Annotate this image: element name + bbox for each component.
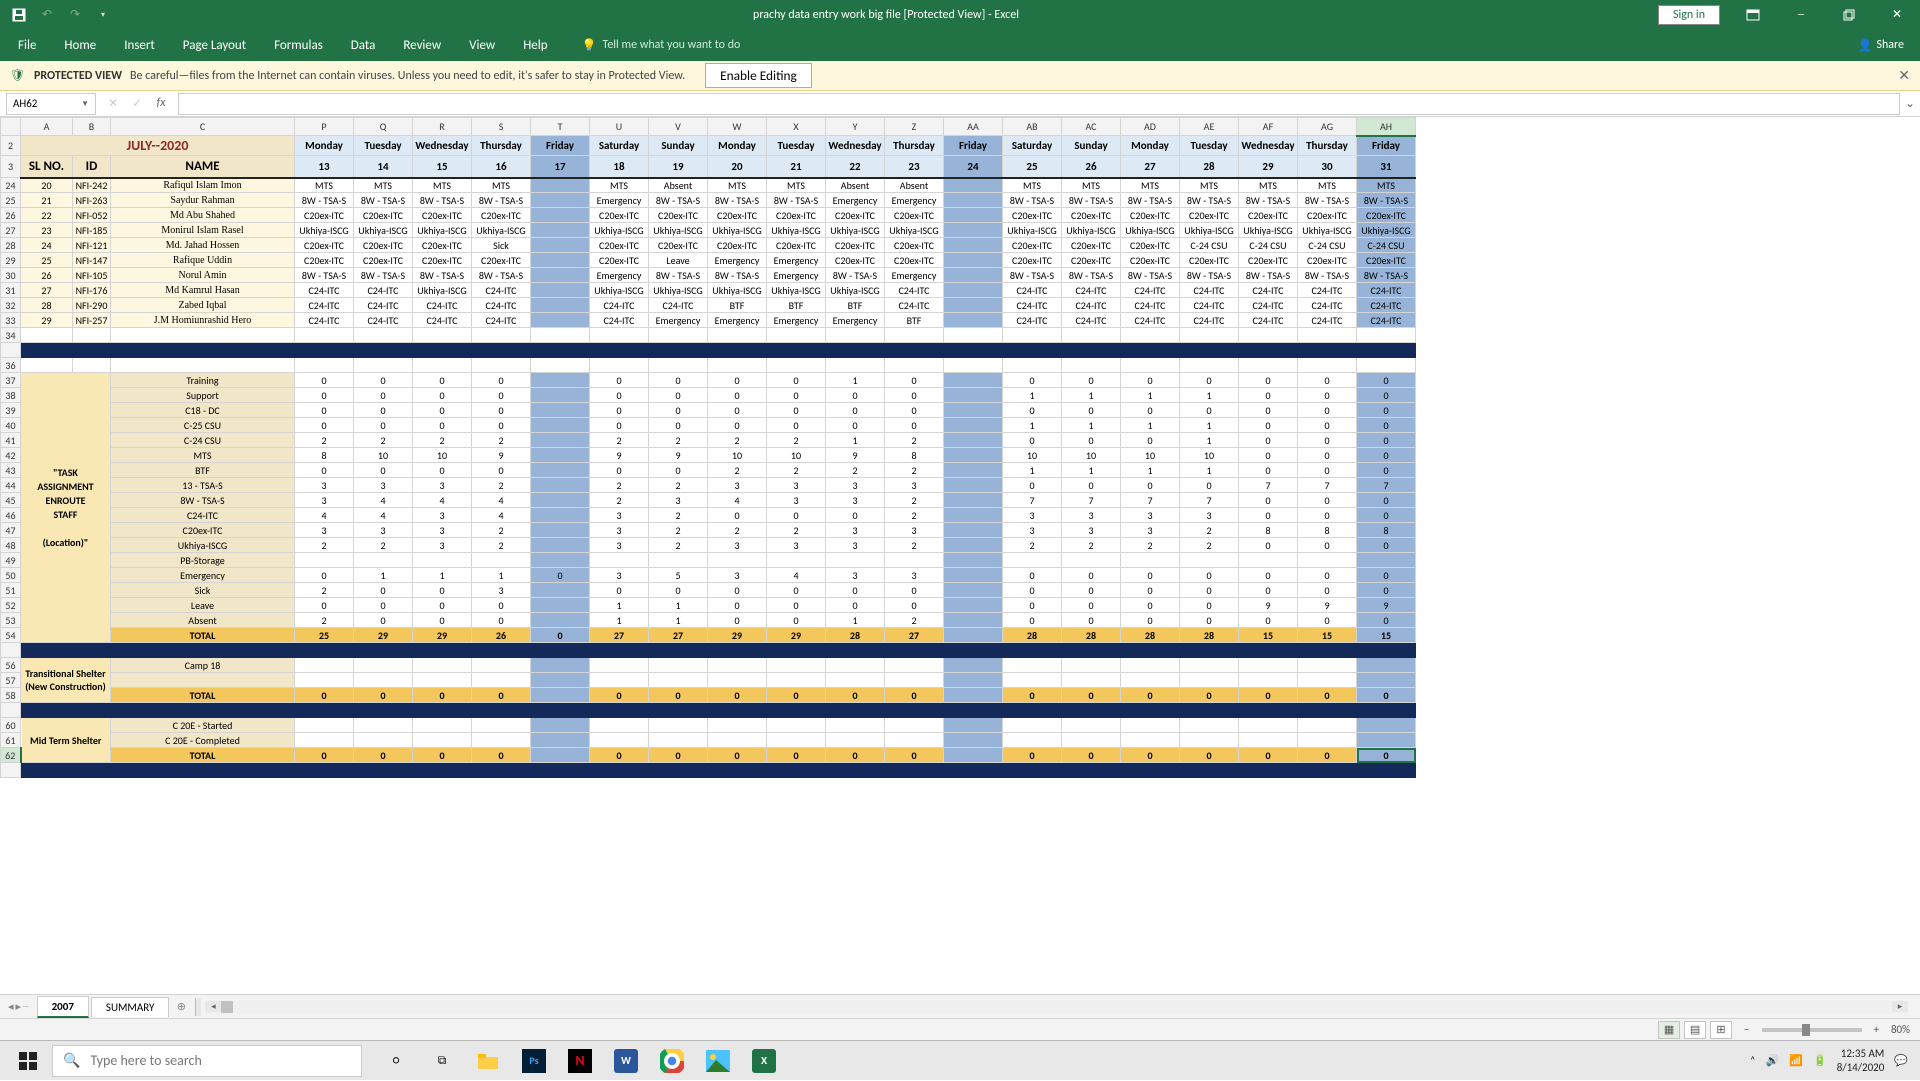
photos-icon[interactable] xyxy=(696,1041,740,1081)
hscroll-left-icon[interactable]: ◂ xyxy=(205,1001,221,1012)
tab-help[interactable]: Help xyxy=(509,29,561,61)
tab-data[interactable]: Data xyxy=(337,29,390,61)
excel-icon[interactable]: X xyxy=(742,1041,786,1081)
view-page-break-icon[interactable]: ⊞ xyxy=(1710,1021,1732,1039)
cortana-icon[interactable]: ○ xyxy=(374,1041,418,1081)
spreadsheet-grid[interactable]: ABCPQRSTUVWXYZAAABACADAEAFAGAH2JULY--202… xyxy=(0,117,1920,994)
zoom-slider[interactable] xyxy=(1762,1028,1862,1032)
name-box-dropdown-icon[interactable]: ▼ xyxy=(81,99,89,109)
hscroll-right-icon[interactable]: ▸ xyxy=(1892,1001,1908,1012)
sheet-tab-2007[interactable]: 2007 xyxy=(37,996,89,1018)
formula-enter-icon: ✓ xyxy=(126,96,148,111)
share-icon: 👤 xyxy=(1857,38,1872,53)
view-normal-icon[interactable]: ▦ xyxy=(1658,1021,1680,1039)
tab-page-layout[interactable]: Page Layout xyxy=(169,29,260,61)
word-icon[interactable]: W xyxy=(604,1041,648,1081)
protected-view-close-icon[interactable]: ✕ xyxy=(1898,67,1910,84)
formula-bar-expand-icon[interactable]: ⌄ xyxy=(1900,96,1920,111)
tab-home[interactable]: Home xyxy=(50,29,110,61)
save-icon[interactable] xyxy=(8,4,30,26)
maximize-button[interactable] xyxy=(1826,0,1872,29)
sheet-nav-prev-icon[interactable]: ◂ xyxy=(8,1000,14,1013)
signin-button[interactable]: Sign in xyxy=(1658,5,1720,25)
tell-me-search[interactable]: 💡 Tell me what you want to do xyxy=(582,29,741,61)
netflix-icon[interactable]: N xyxy=(558,1041,602,1081)
wifi-icon[interactable]: 📶 xyxy=(1789,1054,1803,1067)
share-button[interactable]: 👤 Share xyxy=(1857,38,1916,53)
protected-view-label: PROTECTED VIEW xyxy=(34,69,122,83)
tab-file[interactable]: File xyxy=(4,29,50,61)
zoom-level[interactable]: 80% xyxy=(1891,1023,1910,1036)
taskbar-search[interactable]: 🔍 Type here to search xyxy=(52,1045,362,1077)
qat-customize-icon[interactable]: ▾ xyxy=(92,4,114,26)
redo-icon[interactable]: ↷ xyxy=(64,4,86,26)
undo-icon[interactable]: ↶ xyxy=(36,4,58,26)
tray-chevron-icon[interactable]: ˄ xyxy=(1750,1054,1756,1067)
formula-cancel-icon: ✕ xyxy=(102,96,124,111)
chrome-icon[interactable] xyxy=(650,1041,694,1081)
lightbulb-icon: 💡 xyxy=(582,38,597,53)
file-explorer-icon[interactable] xyxy=(466,1041,510,1081)
tab-review[interactable]: Review xyxy=(389,29,455,61)
fx-icon[interactable]: fx xyxy=(150,96,172,111)
sheet-add-icon[interactable]: ⊕ xyxy=(171,1000,191,1013)
photoshop-icon[interactable]: Ps xyxy=(512,1041,556,1081)
battery-icon[interactable]: 🔋 xyxy=(1813,1054,1827,1067)
zoom-in-icon[interactable]: + xyxy=(1874,1023,1879,1036)
windows-start-button[interactable] xyxy=(4,1041,52,1081)
close-button[interactable]: ✕ xyxy=(1874,0,1920,29)
system-clock[interactable]: 12:35 AM 8/14/2020 xyxy=(1837,1047,1885,1073)
window-title: prachy data entry work big file [Protect… xyxy=(114,8,1658,22)
enable-editing-button[interactable]: Enable Editing xyxy=(705,63,812,88)
search-icon: 🔍 xyxy=(63,1052,80,1069)
sheet-tab-summary[interactable]: SUMMARY xyxy=(91,997,169,1017)
hscroll-thumb[interactable] xyxy=(221,1001,233,1013)
horizontal-scrollbar[interactable]: ◂ ▸ xyxy=(205,1000,1908,1014)
tab-view[interactable]: View xyxy=(455,29,509,61)
ribbon-display-options-icon[interactable] xyxy=(1730,0,1776,29)
name-box[interactable]: AH62 ▼ xyxy=(6,93,96,115)
task-view-icon[interactable]: ⧉ xyxy=(420,1041,464,1081)
view-page-layout-icon[interactable]: ▤ xyxy=(1684,1021,1706,1039)
sheet-tab-splitter[interactable] xyxy=(195,998,201,1016)
minimize-button[interactable]: ─ xyxy=(1778,0,1824,29)
tab-formulas[interactable]: Formulas xyxy=(260,29,337,61)
notifications-icon[interactable]: 💬 xyxy=(1894,1054,1908,1067)
sheet-nav-menu-icon[interactable]: … xyxy=(23,1000,29,1013)
protected-view-text: Be careful—files from the Internet can c… xyxy=(130,69,685,83)
sheet-nav-next-icon[interactable]: ▸ xyxy=(16,1000,22,1013)
shield-icon: 🛡 xyxy=(10,68,26,84)
volume-icon[interactable]: 🔊 xyxy=(1766,1054,1780,1067)
tab-insert[interactable]: Insert xyxy=(110,29,169,61)
formula-bar[interactable] xyxy=(178,93,1900,115)
zoom-out-icon[interactable]: − xyxy=(1744,1023,1749,1036)
